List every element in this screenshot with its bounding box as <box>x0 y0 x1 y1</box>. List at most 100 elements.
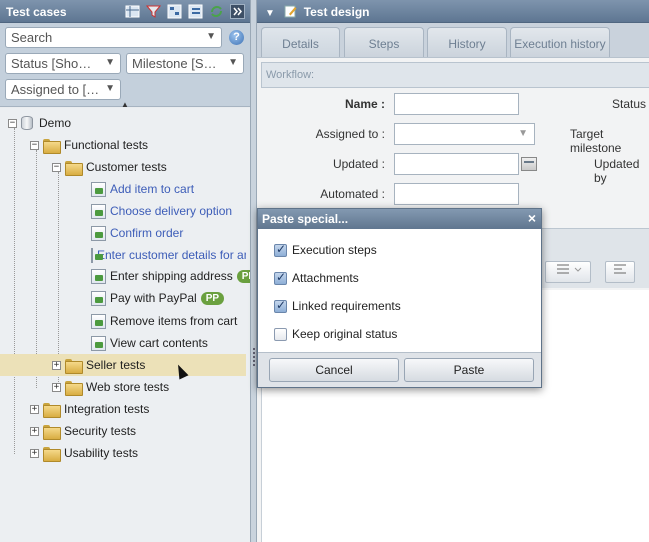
panel-splitter[interactable] <box>250 0 257 542</box>
name-label: Name : <box>344 97 385 111</box>
pp-badge: PP <box>200 291 225 305</box>
tree-node-label: Remove items from cart <box>110 314 238 328</box>
expand-icon[interactable]: + <box>30 448 39 458</box>
expand-icon[interactable]: + <box>30 426 39 436</box>
tab-bar: Details Steps History Execution history <box>257 23 649 57</box>
assigned-to-select[interactable]: ▼ <box>394 123 535 145</box>
tree-node-test-case[interactable]: Remove items from cart <box>91 311 237 331</box>
tree-node-customer-tests[interactable]: − Customer tests <box>52 157 167 177</box>
help-icon[interactable]: ? <box>229 30 244 45</box>
tree-node-test-case[interactable]: Add item to cart <box>91 179 194 199</box>
list-format-button[interactable] <box>545 261 591 283</box>
option-linked-requirements[interactable]: Linked requirements <box>274 298 401 313</box>
option-attachments[interactable]: Attachments <box>274 270 359 285</box>
option-label: Attachments <box>292 271 359 285</box>
tree-node-label: Integration tests <box>64 402 150 416</box>
updated-by-label: Updated by <box>594 157 640 185</box>
test-case-icon <box>91 268 106 284</box>
search-input[interactable]: Search ▼ <box>5 27 222 48</box>
paste-button[interactable]: Paste <box>404 358 534 382</box>
align-button[interactable] <box>605 261 635 283</box>
tree-node-label: Enter shipping address <box>110 269 233 283</box>
tree-node-label: Enter customer details for an order <box>97 248 246 262</box>
calendar-icon[interactable] <box>521 157 537 171</box>
milestone-filter[interactable]: Milestone [Showing all] ▼ <box>126 53 244 74</box>
status-filter[interactable]: Status [Showing all] ▼ <box>5 53 121 74</box>
option-label: Keep original status <box>292 327 398 341</box>
option-label: Execution steps <box>292 243 377 257</box>
tab-history[interactable]: History <box>427 27 507 57</box>
tab-details[interactable]: Details <box>261 27 340 57</box>
expand-panel-icon[interactable] <box>229 3 246 20</box>
columns-icon[interactable] <box>124 3 141 20</box>
checkbox-attachments[interactable] <box>274 270 287 285</box>
hierarchy-icon[interactable] <box>166 3 183 20</box>
tree-node-usability-tests[interactable]: + Usability tests <box>30 443 138 463</box>
filter-icon[interactable] <box>145 3 162 20</box>
collapse-icon[interactable]: − <box>8 118 17 128</box>
chevron-down-icon: ▼ <box>228 57 238 68</box>
tree-node-web-store-tests[interactable]: + Web store tests <box>52 377 169 397</box>
target-milestone-label: Target milestone <box>570 127 622 155</box>
tree-node-functional-tests[interactable]: − Functional tests <box>30 135 148 155</box>
automated-input[interactable] <box>394 183 519 205</box>
test-cases-header: Test cases <box>0 0 250 23</box>
tree-node-label: Web store tests <box>86 380 170 394</box>
folder-icon <box>65 380 83 396</box>
folder-icon <box>65 358 83 374</box>
checkbox-keep-original-status[interactable] <box>274 327 287 341</box>
refresh-icon[interactable] <box>208 3 225 20</box>
tree-node-demo[interactable]: − Demo <box>8 113 71 133</box>
tab-execution-history[interactable]: Execution history <box>510 27 610 57</box>
workflow-bar: Workflow: <box>261 62 649 88</box>
tree-node-label: Security tests <box>64 424 137 438</box>
expand-icon[interactable]: + <box>52 382 61 392</box>
tree-node-test-case[interactable]: View cart contents <box>91 333 208 353</box>
assigned-filter[interactable]: Assigned to [All] ▼ <box>5 79 121 100</box>
checkbox-linked-requirements[interactable] <box>274 298 287 313</box>
test-cases-panel: Test cases Search ▼ ? Status [Showing al… <box>0 0 261 542</box>
tree-node-label: Customer tests <box>86 160 167 174</box>
test-case-icon <box>91 225 106 241</box>
option-execution-steps[interactable]: Execution steps <box>274 242 377 257</box>
test-design-header: ▼ Test design <box>257 0 649 23</box>
tree-node-test-case[interactable]: Pay with PayPal PP <box>91 288 225 308</box>
tree-node-integration-tests[interactable]: + Integration tests <box>30 399 149 419</box>
dialog-title: Paste special... <box>262 212 349 226</box>
option-keep-original-status[interactable]: Keep original status <box>274 327 397 341</box>
tree-node-label: Pay with PayPal <box>110 291 197 305</box>
collapse-icon[interactable]: − <box>30 140 39 150</box>
expand-icon[interactable]: + <box>30 404 39 414</box>
tree-node-test-case[interactable]: Choose delivery option <box>91 201 232 221</box>
tree-node-test-case[interactable]: Enter customer details for an order <box>91 245 246 265</box>
list-icon[interactable] <box>187 3 204 20</box>
assigned-to-label: Assigned to : <box>315 127 385 141</box>
tree-node-label: View cart contents <box>110 336 208 350</box>
splitter-grip[interactable] <box>253 348 255 366</box>
folder-icon <box>43 446 61 462</box>
chevron-down-icon: ▼ <box>105 83 115 94</box>
test-case-icon <box>91 313 106 329</box>
close-icon[interactable]: × <box>528 210 536 226</box>
name-input[interactable] <box>394 93 519 115</box>
folder-icon <box>65 160 83 176</box>
tree-node-label: Confirm order <box>110 226 184 240</box>
tree-node-seller-tests[interactable]: + Seller tests <box>52 355 145 375</box>
tab-steps[interactable]: Steps <box>344 27 424 57</box>
checkbox-execution-steps[interactable] <box>274 242 287 257</box>
tree-node-test-case[interactable]: Confirm order <box>91 223 183 243</box>
updated-input[interactable] <box>394 153 519 175</box>
search-placeholder: Search <box>11 30 53 45</box>
tree-node-label: Usability tests <box>64 446 139 460</box>
collapse-icon[interactable]: − <box>52 162 61 172</box>
document-edit-icon <box>284 5 297 21</box>
cancel-button[interactable]: Cancel <box>269 358 399 382</box>
expand-icon[interactable]: + <box>52 360 61 370</box>
tree-node-test-case[interactable]: Enter shipping address PP <box>91 266 261 286</box>
tree-node-security-tests[interactable]: + Security tests <box>30 421 136 441</box>
folder-icon <box>43 138 61 154</box>
chevron-down-icon: ▼ <box>518 128 528 139</box>
database-icon <box>21 116 33 130</box>
collapse-chevron-icon[interactable]: ▼ <box>265 8 275 19</box>
chevron-down-icon: ▼ <box>206 31 216 42</box>
